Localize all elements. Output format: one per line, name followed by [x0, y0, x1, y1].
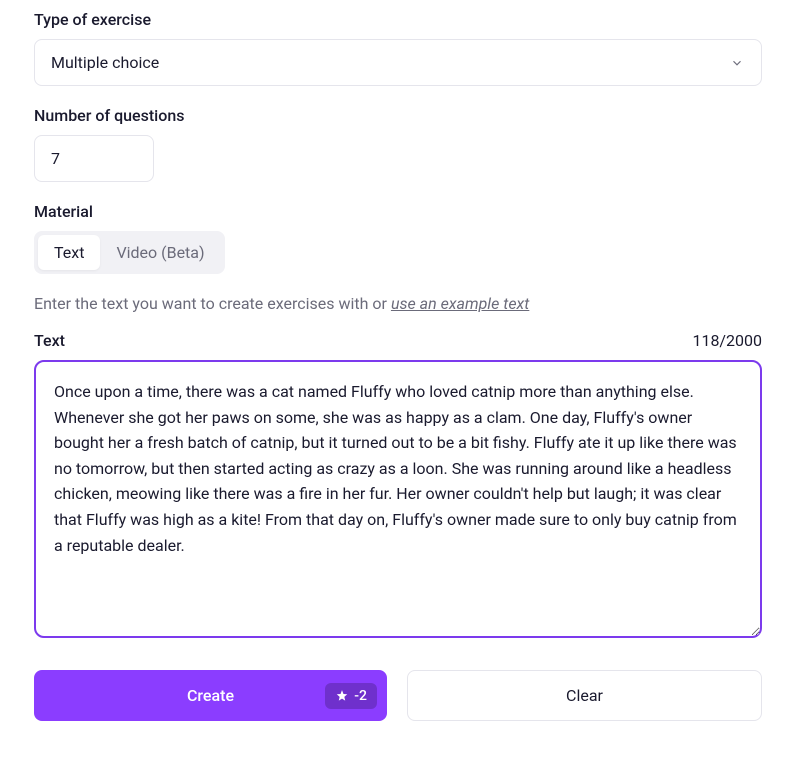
cost-badge: -2 — [325, 683, 377, 709]
text-label: Text — [34, 331, 65, 350]
type-of-exercise-value: Multiple choice — [51, 53, 159, 72]
tab-text[interactable]: Text — [38, 235, 100, 270]
tab-video[interactable]: Video (Beta) — [100, 235, 220, 270]
char-counter: 118/2000 — [692, 331, 762, 350]
create-button-label: Create — [49, 686, 372, 705]
clear-button[interactable]: Clear — [407, 670, 762, 721]
create-button[interactable]: Create -2 — [34, 670, 387, 721]
use-example-link[interactable]: use an example text — [391, 294, 529, 313]
cost-value: -2 — [354, 688, 367, 704]
helper-text: Enter the text you want to create exerci… — [34, 294, 762, 313]
number-of-questions-label: Number of questions — [34, 106, 762, 125]
type-of-exercise-select[interactable]: Multiple choice — [34, 39, 762, 86]
helper-prefix: Enter the text you want to create exerci… — [34, 294, 391, 313]
material-tabs: Text Video (Beta) — [34, 231, 225, 274]
type-of-exercise-label: Type of exercise — [34, 10, 762, 29]
number-of-questions-input[interactable] — [34, 135, 154, 182]
chevron-down-icon — [729, 55, 745, 71]
material-label: Material — [34, 202, 762, 221]
text-input[interactable] — [34, 360, 762, 638]
coin-icon — [335, 689, 349, 703]
